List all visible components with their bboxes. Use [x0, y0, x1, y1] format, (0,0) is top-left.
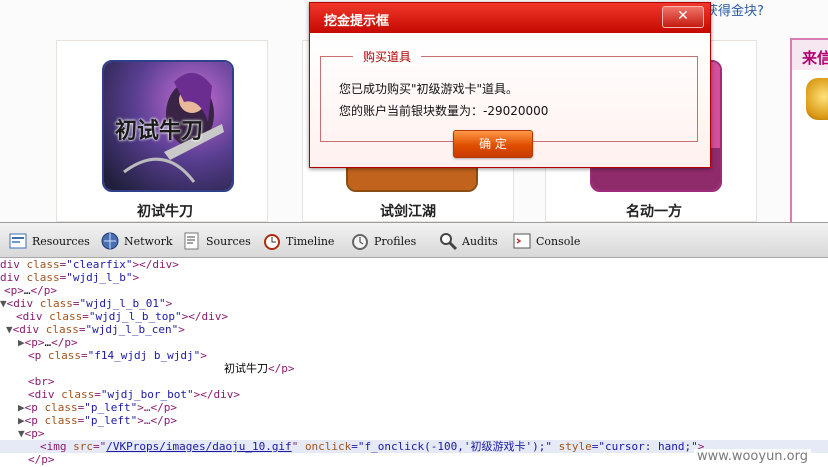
code-line[interactable]: <p class="f14_wjdj b_wjdj"> — [28, 349, 207, 362]
code-line[interactable]: ▼<p> — [18, 427, 45, 440]
tab-timeline[interactable]: Timeline — [262, 230, 334, 252]
code-line[interactable]: <br> — [28, 375, 55, 388]
promo-heading: 来信 — [792, 40, 828, 70]
game-card-1: 初试牛刀 初试牛刀 — [56, 40, 268, 222]
game-logo-1-text: 初试牛刀 — [115, 118, 204, 144]
tab-network-label: Network — [124, 234, 173, 248]
code-line[interactable]: div class="wjdj_l_b"> — [0, 271, 139, 284]
tab-profiles-label: Profiles — [374, 234, 417, 248]
tab-resources[interactable]: Resources — [8, 230, 90, 252]
purchase-success-message: 您已成功购买"初级游戏卡"道具。 — [339, 82, 519, 96]
code-line[interactable]: <div class="wjdj_l_b_top"></div> — [16, 310, 228, 323]
tab-console[interactable]: Console — [512, 230, 580, 252]
tab-network[interactable]: Network — [100, 230, 173, 252]
code-line[interactable]: 初试牛刀</p> — [224, 362, 295, 375]
code-line[interactable]: ▼<div class="wjdj_l_b_01"> — [0, 297, 172, 310]
console-icon — [512, 231, 532, 251]
silver-balance-message: 您的账户当前银块数量为：-29020000 — [339, 104, 549, 118]
elements-panel: div class="clearfix"></div> div class="w… — [0, 258, 828, 467]
network-icon — [100, 231, 120, 251]
tab-console-label: Console — [536, 234, 581, 248]
tab-audits[interactable]: Audits — [438, 230, 498, 252]
ok-button[interactable]: 确 定 — [453, 130, 533, 158]
game-name-2[interactable]: 试剑江湖 — [380, 201, 436, 221]
tab-profiles[interactable]: Profiles — [350, 230, 416, 252]
code-line[interactable]: ▶<p class="p_left">…</p> — [18, 401, 177, 414]
dialog-titlebar: 挖金提示框 ✕ — [310, 3, 710, 33]
gold-coin-icon — [806, 78, 828, 120]
image-src-link[interactable]: /VKProps/images/daoju_10.gif — [106, 440, 291, 453]
tab-timeline-label: Timeline — [286, 234, 335, 248]
tab-resources-label: Resources — [32, 234, 90, 248]
close-button[interactable]: ✕ — [662, 6, 704, 28]
audits-icon — [438, 231, 458, 251]
game-name-1[interactable]: 初试牛刀 — [137, 201, 193, 221]
sources-icon — [182, 231, 202, 251]
promo-panel: 来信 — [790, 38, 828, 222]
section-legend: 购买道具 — [353, 48, 422, 65]
dialog-title: 挖金提示框 — [324, 14, 390, 29]
earn-gold-link[interactable]: 获得金块? — [705, 0, 764, 19]
code-line[interactable]: <p>…</p> — [4, 284, 57, 297]
tab-audits-label: Audits — [462, 234, 498, 248]
profiles-icon — [350, 231, 370, 251]
timeline-icon — [262, 231, 282, 251]
code-line[interactable]: </p> — [28, 453, 55, 466]
game-name-3[interactable]: 名动一方 — [626, 201, 682, 221]
code-line[interactable]: div class="clearfix"></div> — [0, 258, 179, 271]
purchase-dialog: 挖金提示框 ✕ 购买道具 您已成功购买"初级游戏卡"道具。 您的账户当前银块数量… — [309, 2, 711, 168]
tab-sources[interactable]: Sources — [182, 230, 251, 252]
code-line[interactable]: <div class="wjdj_bor_bot"></div> — [28, 388, 240, 401]
code-line[interactable]: ▶<p class="p_left">…</p> — [18, 414, 177, 427]
tab-sources-label: Sources — [206, 234, 251, 248]
code-line[interactable]: ▶<p>…</p> — [18, 336, 78, 349]
devtools-toolbar: Resources Network Sources Timeline Profi… — [0, 222, 828, 258]
resources-icon — [8, 231, 28, 251]
code-line[interactable]: ▼<div class="wjdj_l_b_cen"> — [6, 323, 185, 336]
watermark: www.wooyun.org — [694, 449, 812, 464]
